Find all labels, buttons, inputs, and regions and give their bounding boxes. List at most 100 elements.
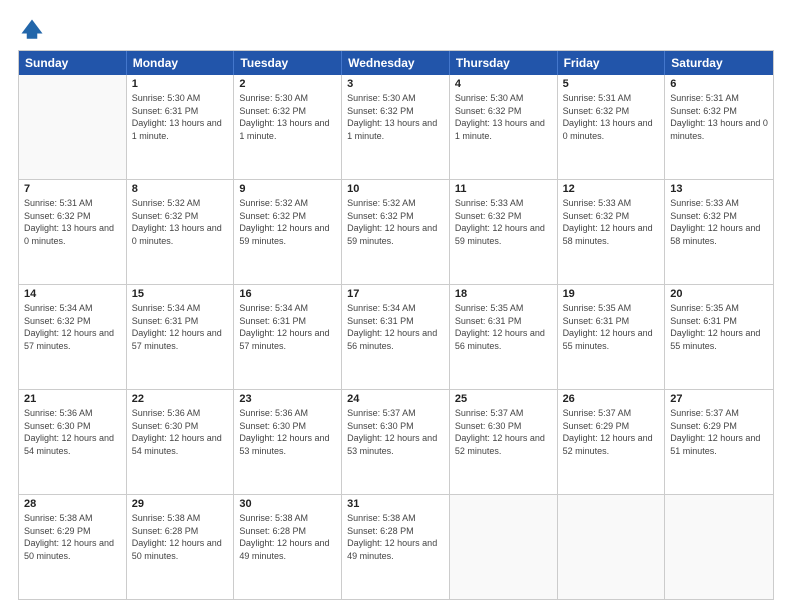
day-info: Sunrise: 5:37 AMSunset: 6:30 PMDaylight:…: [347, 407, 444, 457]
calendar-day-cell: 15 Sunrise: 5:34 AMSunset: 6:31 PMDayligh…: [127, 285, 235, 389]
calendar-week-row: 7 Sunrise: 5:31 AMSunset: 6:32 PMDaylight…: [19, 180, 773, 285]
day-number: 1: [132, 78, 229, 90]
day-info: Sunrise: 5:38 AMSunset: 6:28 PMDaylight:…: [347, 512, 444, 562]
calendar-day-cell: 27Sunrise: 5:37 AMSunset: 6:29 PMDayligh…: [665, 390, 773, 494]
day-number: 31: [347, 498, 444, 510]
day-info: Sunrise: 5:34 AMSunset: 6:31 PMDaylight:…: [132, 302, 229, 352]
calendar-header: SundayMondayTuesdayWednesdayThursdayFrid…: [19, 51, 773, 75]
day-info: Sunrise: 5:35 AMSunset: 6:31 PMDaylight:…: [563, 302, 660, 352]
calendar-week-row: 21 Sunrise: 5:36 AMSunset: 6:30 PMDayligh…: [19, 390, 773, 495]
day-number: 20: [670, 288, 768, 300]
day-number: 19: [563, 288, 660, 300]
calendar-day-cell: [19, 75, 127, 179]
day-info: Sunrise: 5:36 AMSunset: 6:30 PMDaylight:…: [132, 407, 229, 457]
day-info: Sunrise: 5:30 AMSunset: 6:32 PMDaylight:…: [239, 92, 336, 142]
calendar-day-cell: 28 Sunrise: 5:38 AMSunset: 6:29 PMDayligh…: [19, 495, 127, 599]
calendar-day-cell: 11 Sunrise: 5:33 AMSunset: 6:32 PMDayligh…: [450, 180, 558, 284]
day-number: 16: [239, 288, 336, 300]
day-info: Sunrise: 5:31 AMSunset: 6:32 PMDaylight:…: [24, 197, 121, 247]
day-number: 15: [132, 288, 229, 300]
calendar-day-cell: 8 Sunrise: 5:32 AMSunset: 6:32 PMDaylight…: [127, 180, 235, 284]
day-info: Sunrise: 5:38 AMSunset: 6:28 PMDaylight:…: [239, 512, 336, 562]
page: SundayMondayTuesdayWednesdayThursdayFrid…: [0, 0, 792, 612]
day-info: Sunrise: 5:37 AMSunset: 6:30 PMDaylight:…: [455, 407, 552, 457]
day-number: 17: [347, 288, 444, 300]
calendar-day-cell: 2 Sunrise: 5:30 AMSunset: 6:32 PMDaylight…: [234, 75, 342, 179]
calendar-day-cell: 6 Sunrise: 5:31 AMSunset: 6:32 PMDaylight…: [665, 75, 773, 179]
calendar-day-cell: 24 Sunrise: 5:37 AMSunset: 6:30 PMDayligh…: [342, 390, 450, 494]
calendar-day-cell: 20 Sunrise: 5:35 AMSunset: 6:31 PMDayligh…: [665, 285, 773, 389]
day-number: 10: [347, 183, 444, 195]
calendar: SundayMondayTuesdayWednesdayThursdayFrid…: [18, 50, 774, 600]
day-info: Sunrise: 5:33 AMSunset: 6:32 PMDaylight:…: [670, 197, 768, 247]
day-info: Sunrise: 5:33 AMSunset: 6:32 PMDaylight:…: [455, 197, 552, 247]
calendar-week-row: 1 Sunrise: 5:30 AMSunset: 6:31 PMDaylight…: [19, 75, 773, 180]
day-info: Sunrise: 5:34 AMSunset: 6:31 PMDaylight:…: [347, 302, 444, 352]
day-number: 3: [347, 78, 444, 90]
day-info: Sunrise: 5:38 AMSunset: 6:29 PMDaylight:…: [24, 512, 121, 562]
calendar-day-cell: 22 Sunrise: 5:36 AMSunset: 6:30 PMDayligh…: [127, 390, 235, 494]
day-number: 29: [132, 498, 229, 510]
calendar-day-cell: 31 Sunrise: 5:38 AMSunset: 6:28 PMDayligh…: [342, 495, 450, 599]
day-number: 26: [563, 393, 660, 405]
day-info: Sunrise: 5:32 AMSunset: 6:32 PMDaylight:…: [132, 197, 229, 247]
calendar-day-cell: 26 Sunrise: 5:37 AMSunset: 6:29 PMDayligh…: [558, 390, 666, 494]
day-number: 28: [24, 498, 121, 510]
day-info: Sunrise: 5:31 AMSunset: 6:32 PMDaylight:…: [670, 92, 768, 142]
calendar-day-cell: 4 Sunrise: 5:30 AMSunset: 6:32 PMDaylight…: [450, 75, 558, 179]
day-info: Sunrise: 5:35 AMSunset: 6:31 PMDaylight:…: [670, 302, 768, 352]
calendar-week-row: 14 Sunrise: 5:34 AMSunset: 6:32 PMDayligh…: [19, 285, 773, 390]
day-number: 6: [670, 78, 768, 90]
day-number: 5: [563, 78, 660, 90]
calendar-day-cell: 13 Sunrise: 5:33 AMSunset: 6:32 PMDayligh…: [665, 180, 773, 284]
calendar-day-cell: 12Sunrise: 5:33 AMSunset: 6:32 PMDayligh…: [558, 180, 666, 284]
calendar-day-cell: 5Sunrise: 5:31 AMSunset: 6:32 PMDaylight…: [558, 75, 666, 179]
calendar-day-cell: 30 Sunrise: 5:38 AMSunset: 6:28 PMDayligh…: [234, 495, 342, 599]
calendar-week-row: 28 Sunrise: 5:38 AMSunset: 6:29 PMDayligh…: [19, 495, 773, 599]
day-number: 18: [455, 288, 552, 300]
day-number: 24: [347, 393, 444, 405]
day-number: 9: [239, 183, 336, 195]
calendar-day-cell: 7 Sunrise: 5:31 AMSunset: 6:32 PMDaylight…: [19, 180, 127, 284]
day-info: Sunrise: 5:37 AMSunset: 6:29 PMDaylight:…: [670, 407, 768, 457]
logo-icon: [18, 16, 46, 44]
calendar-day-cell: 16Sunrise: 5:34 AMSunset: 6:31 PMDayligh…: [234, 285, 342, 389]
day-number: 8: [132, 183, 229, 195]
calendar-day-cell: 1 Sunrise: 5:30 AMSunset: 6:31 PMDaylight…: [127, 75, 235, 179]
day-number: 25: [455, 393, 552, 405]
day-info: Sunrise: 5:35 AMSunset: 6:31 PMDaylight:…: [455, 302, 552, 352]
calendar-day-cell: 19 Sunrise: 5:35 AMSunset: 6:31 PMDayligh…: [558, 285, 666, 389]
day-number: 7: [24, 183, 121, 195]
calendar-day-cell: 3 Sunrise: 5:30 AMSunset: 6:32 PMDaylight…: [342, 75, 450, 179]
day-info: Sunrise: 5:30 AMSunset: 6:32 PMDaylight:…: [347, 92, 444, 142]
day-info: Sunrise: 5:34 AMSunset: 6:32 PMDaylight:…: [24, 302, 121, 352]
calendar-day-cell: 21Sunrise: 5:36 AMSunset: 6:30 PMDayligh…: [19, 390, 127, 494]
calendar-header-cell: Sunday: [19, 51, 127, 75]
calendar-day-cell: 17 Sunrise: 5:34 AMSunset: 6:31 PMDayligh…: [342, 285, 450, 389]
day-number: 21: [24, 393, 121, 405]
day-info: Sunrise: 5:30 AMSunset: 6:32 PMDaylight:…: [455, 92, 552, 142]
day-number: 4: [455, 78, 552, 90]
calendar-day-cell: 23 Sunrise: 5:36 AMSunset: 6:30 PMDayligh…: [234, 390, 342, 494]
calendar-header-cell: Thursday: [450, 51, 558, 75]
day-number: 23: [239, 393, 336, 405]
day-info: Sunrise: 5:37 AMSunset: 6:29 PMDaylight:…: [563, 407, 660, 457]
calendar-header-cell: Monday: [127, 51, 235, 75]
calendar-day-cell: 25 Sunrise: 5:37 AMSunset: 6:30 PMDayligh…: [450, 390, 558, 494]
logo: [18, 16, 50, 44]
day-number: 14: [24, 288, 121, 300]
day-info: Sunrise: 5:38 AMSunset: 6:28 PMDaylight:…: [132, 512, 229, 562]
calendar-header-cell: Tuesday: [234, 51, 342, 75]
day-number: 11: [455, 183, 552, 195]
day-number: 30: [239, 498, 336, 510]
calendar-header-cell: Wednesday: [342, 51, 450, 75]
day-number: 22: [132, 393, 229, 405]
day-number: 12: [563, 183, 660, 195]
day-info: Sunrise: 5:32 AMSunset: 6:32 PMDaylight:…: [347, 197, 444, 247]
calendar-day-cell: 14 Sunrise: 5:34 AMSunset: 6:32 PMDayligh…: [19, 285, 127, 389]
day-number: 13: [670, 183, 768, 195]
day-info: Sunrise: 5:36 AMSunset: 6:30 PMDaylight:…: [239, 407, 336, 457]
day-number: 2: [239, 78, 336, 90]
day-info: Sunrise: 5:30 AMSunset: 6:31 PMDaylight:…: [132, 92, 229, 142]
header: [18, 16, 774, 44]
